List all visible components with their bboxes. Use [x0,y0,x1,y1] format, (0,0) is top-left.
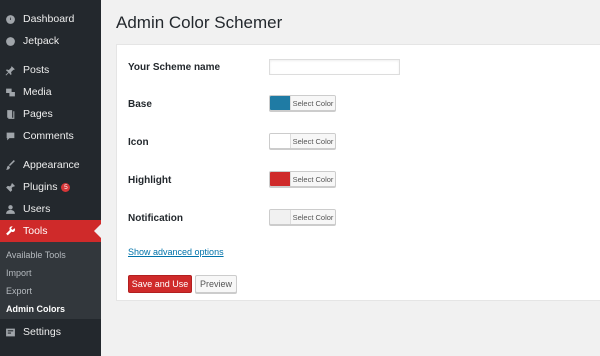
pages-icon [5,109,16,120]
select-color-label: Select Color [290,210,335,224]
select-color-label: Select Color [290,134,335,148]
tools-submenu: Available Tools Import Export Admin Colo… [0,242,101,319]
show-advanced-options-link[interactable]: Show advanced options [128,247,224,257]
submenu-item-available-tools[interactable]: Available Tools [6,250,66,260]
page-title: Admin Color Schemer [116,13,283,32]
notification-label: Notification [128,213,183,224]
sidebar-item-comments[interactable]: Comments [0,125,101,147]
sidebar-item-appearance[interactable]: Appearance [0,154,101,176]
notification-color-picker[interactable]: Select Color [269,209,336,225]
icon-color-swatch [270,134,290,148]
base-color-picker[interactable]: Select Color [269,95,336,111]
settings-icon [5,327,16,338]
sidebar-item-posts[interactable]: Posts [0,59,101,81]
sidebar-item-label: Pages [23,108,53,120]
base-color-swatch [270,96,290,110]
sidebar-item-dashboard[interactable]: Dashboard [0,8,101,30]
select-color-label: Select Color [290,96,335,110]
brush-icon [5,159,16,171]
wrench-icon [5,225,16,237]
submenu-item-admin-colors[interactable]: Admin Colors [6,304,65,314]
scheme-form-panel [116,44,600,301]
admin-sidebar: Dashboard Jetpack Posts Media Pages Comm… [0,0,101,356]
icon-color-picker[interactable]: Select Color [269,133,336,149]
sidebar-item-media[interactable]: Media [0,81,101,103]
sidebar-item-label: Settings [23,326,61,338]
sidebar-item-label: Posts [23,64,50,76]
scheme-name-label: Your Scheme name [128,62,221,73]
sidebar-item-plugins[interactable]: Plugins 5 [0,176,101,198]
comments-icon [5,131,16,142]
icon-label: Icon [128,137,149,148]
sidebar-item-pages[interactable]: Pages [0,103,101,125]
sidebar-item-jetpack[interactable]: Jetpack [0,30,101,52]
submenu-item-import[interactable]: Import [6,268,32,278]
sidebar-item-settings[interactable]: Settings [0,321,101,343]
preview-button[interactable]: Preview [195,275,237,293]
plugin-icon [5,182,16,193]
sidebar-item-label: Tools [23,225,48,237]
dashboard-icon [5,14,16,25]
sidebar-item-label: Users [23,203,51,215]
scheme-name-input[interactable] [269,59,400,75]
update-count-badge: 5 [61,182,71,192]
sidebar-item-label: Dashboard [23,13,75,25]
sidebar-item-label: Comments [23,130,74,142]
base-label: Base [128,99,152,110]
notification-color-swatch [270,210,290,224]
select-color-label: Select Color [290,172,335,186]
jetpack-icon [5,36,16,47]
pin-icon [5,65,16,76]
highlight-color-picker[interactable]: Select Color [269,171,336,187]
active-indicator [94,224,101,238]
save-and-use-button[interactable]: Save and Use [128,275,192,293]
highlight-color-swatch [270,172,290,186]
sidebar-item-users[interactable]: Users [0,198,101,220]
sidebar-item-label: Appearance [23,159,80,171]
highlight-label: Highlight [128,175,172,186]
sidebar-item-label: Plugins [23,181,58,193]
sidebar-item-label: Jetpack [23,35,60,47]
submenu-item-export[interactable]: Export [6,286,32,296]
media-icon [5,87,16,98]
sidebar-item-tools[interactable]: Tools [0,220,101,242]
sidebar-item-label: Media [23,86,52,98]
user-icon [5,204,16,215]
